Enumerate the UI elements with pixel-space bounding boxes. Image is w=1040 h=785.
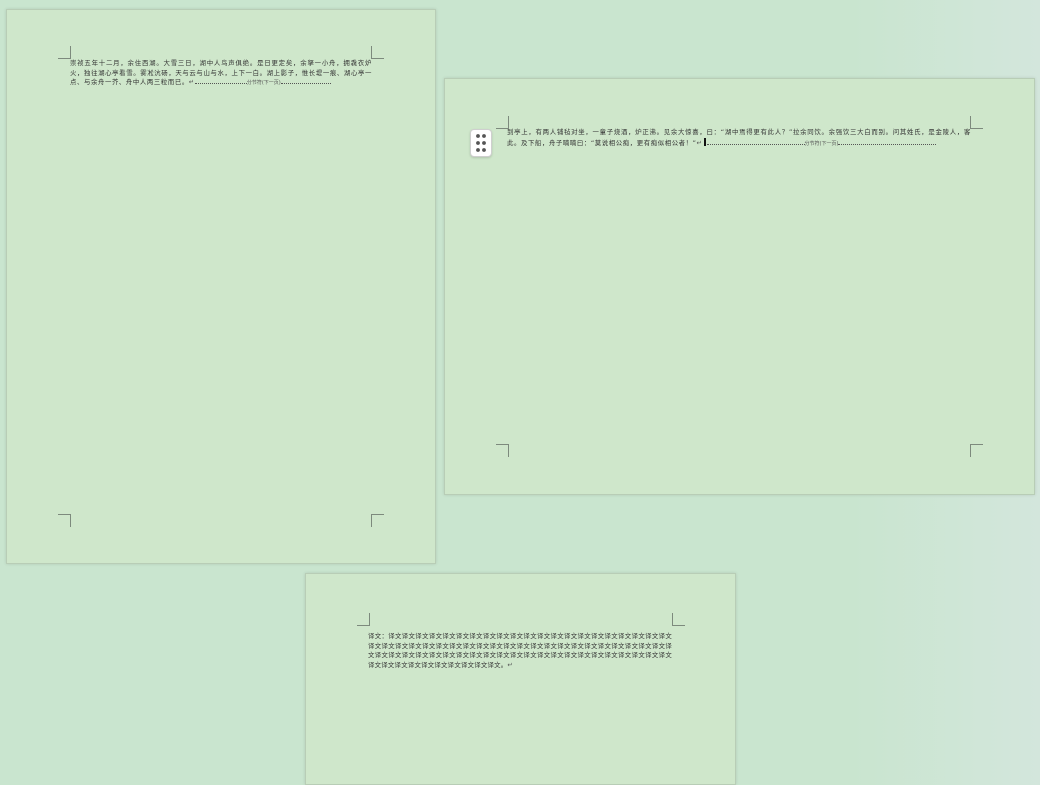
section-break-leader-left [706, 139, 805, 145]
block-drag-handle[interactable] [470, 129, 492, 157]
translation-paragraph[interactable]: 译文：译文译文译文译文译文译文译文译文译文译文译文译文译文译文译文译文译文译文译… [368, 632, 672, 670]
margin-mark-top-right [970, 116, 983, 129]
body-paragraph[interactable]: 到亭上，有两人铺毡对坐，一童子烧酒，炉正沸。见余大惊喜，曰：“湖中焉得更有此人？… [507, 128, 971, 149]
margin-mark-bottom-right [371, 514, 384, 527]
margin-mark-top-left [58, 46, 71, 59]
section-break-label: 分节符(下一页) [804, 140, 839, 147]
section-break-leader-left [194, 78, 247, 85]
margin-mark-top-left [357, 613, 370, 626]
section-break-leader-right [280, 78, 331, 85]
margin-mark-bottom-right [970, 444, 983, 457]
paragraph-text: 译文：译文译文译文译文译文译文译文译文译文译文译文译文译文译文译文译文译文译文译… [368, 632, 672, 669]
margin-mark-top-right [371, 46, 384, 59]
document-page-2[interactable]: 到亭上，有两人铺毡对坐，一童子烧酒，炉正沸。见余大惊喜，曰：“湖中焉得更有此人？… [444, 78, 1035, 495]
section-break-leader-right [838, 139, 937, 145]
drag-handle-six-dots-icon [476, 134, 486, 152]
text-cursor [703, 137, 706, 146]
margin-mark-bottom-left [496, 444, 509, 457]
document-page-3[interactable]: 译文：译文译文译文译文译文译文译文译文译文译文译文译文译文译文译文译文译文译文译… [305, 573, 736, 785]
margin-mark-bottom-left [58, 514, 71, 527]
paragraph-mark: ↵ [507, 660, 514, 669]
document-page-1[interactable]: 崇祯五年十二月，余住西湖。大雪三日，湖中人鸟声俱绝。是日更定矣，余拏一小舟，拥毳… [6, 9, 436, 564]
paragraph-mark: ↵ [696, 138, 703, 147]
body-paragraph[interactable]: 崇祯五年十二月，余住西湖。大雪三日，湖中人鸟声俱绝。是日更定矣，余拏一小舟，拥毳… [70, 59, 372, 89]
section-break-label: 分节符(下一页) [246, 80, 281, 87]
margin-mark-top-right [672, 613, 685, 626]
